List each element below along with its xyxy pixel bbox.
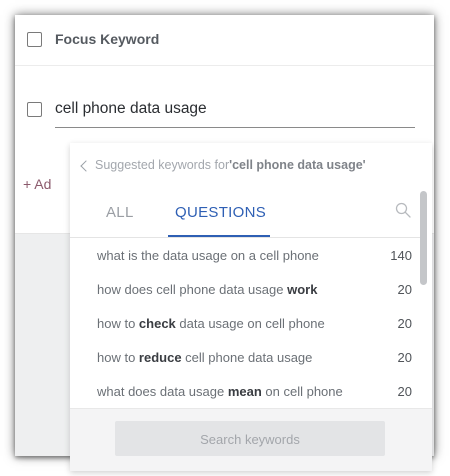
suggestion-item[interactable]: how to check data usage on cell phone 20 bbox=[70, 305, 422, 339]
suggestion-segment: how to bbox=[97, 350, 139, 365]
suggestion-list: what is the data usage on a cell phone 14… bbox=[70, 237, 422, 407]
chevron-left-icon[interactable] bbox=[80, 159, 92, 172]
keyword-input[interactable]: cell phone data usage bbox=[55, 100, 207, 118]
suggestion-segment: data usage on cell phone bbox=[175, 316, 325, 331]
suggestions-header: Suggested keywords for 'cell phone data … bbox=[80, 158, 366, 172]
keyword-row: cell phone data usage bbox=[27, 100, 207, 118]
suggestion-count: 20 bbox=[397, 350, 412, 365]
suggestion-segment: cell phone data usage bbox=[181, 350, 313, 365]
focus-keyword-label: Focus Keyword bbox=[55, 31, 160, 47]
tab-questions[interactable]: QUESTIONS bbox=[175, 204, 266, 221]
dropdown-footer: Search keywords bbox=[70, 408, 432, 471]
suggestion-text: how to reduce cell phone data usage bbox=[97, 350, 312, 365]
scrollbar-thumb[interactable] bbox=[420, 191, 427, 285]
suggestion-tabs: ALL QUESTIONS bbox=[70, 189, 422, 238]
focus-keyword-row: Focus Keyword bbox=[27, 30, 159, 48]
add-keyword-link[interactable]: + Ad bbox=[23, 176, 51, 192]
suggestions-header-query: 'cell phone data usage' bbox=[229, 158, 366, 172]
suggestion-count: 20 bbox=[397, 316, 412, 331]
focus-keyword-checkbox[interactable] bbox=[27, 31, 42, 47]
suggestion-text: how to check data usage on cell phone bbox=[97, 316, 325, 331]
suggestion-item[interactable]: how to reduce cell phone data usage 20 bbox=[70, 339, 422, 373]
search-icon[interactable] bbox=[395, 202, 411, 218]
suggestion-highlight: work bbox=[287, 282, 318, 297]
suggestion-segment: how does cell phone data usage bbox=[97, 282, 288, 297]
suggestion-item[interactable]: what does data usage mean on cell phone 2… bbox=[70, 373, 422, 407]
suggestion-item[interactable]: how does cell phone data usage work 20 bbox=[70, 271, 422, 305]
suggestion-count: 20 bbox=[397, 282, 412, 297]
suggestion-text: how does cell phone data usage work bbox=[97, 282, 317, 297]
suggestion-count: 20 bbox=[397, 384, 412, 399]
suggestion-segment: on cell phone bbox=[261, 384, 343, 399]
stage: Focus Keyword cell phone data usage + Ad… bbox=[0, 0, 450, 476]
suggestion-highlight: reduce bbox=[138, 350, 182, 365]
suggestion-segment: what is the data usage on a cell phone bbox=[97, 248, 319, 263]
suggestion-text: what does data usage mean on cell phone bbox=[97, 384, 343, 399]
suggestion-highlight: check bbox=[138, 316, 176, 331]
suggestions-header-prefix: Suggested keywords for bbox=[95, 158, 230, 172]
suggestion-highlight: mean bbox=[227, 384, 262, 399]
tab-all[interactable]: ALL bbox=[106, 204, 134, 221]
suggestions-dropdown: Suggested keywords for 'cell phone data … bbox=[70, 143, 432, 471]
suggestion-segment: what does data usage bbox=[97, 384, 228, 399]
search-keywords-button[interactable]: Search keywords bbox=[115, 421, 385, 456]
keyword-panel: Focus Keyword cell phone data usage + Ad… bbox=[15, 15, 434, 471]
keyword-input-underline bbox=[55, 127, 415, 128]
keyword-checkbox[interactable] bbox=[27, 101, 42, 117]
suggestion-item[interactable]: what is the data usage on a cell phone 14… bbox=[70, 237, 422, 271]
suggestion-text: what is the data usage on a cell phone bbox=[97, 248, 319, 263]
suggestion-segment: how to bbox=[97, 316, 139, 331]
divider bbox=[15, 65, 434, 66]
suggestion-count: 140 bbox=[390, 248, 412, 263]
